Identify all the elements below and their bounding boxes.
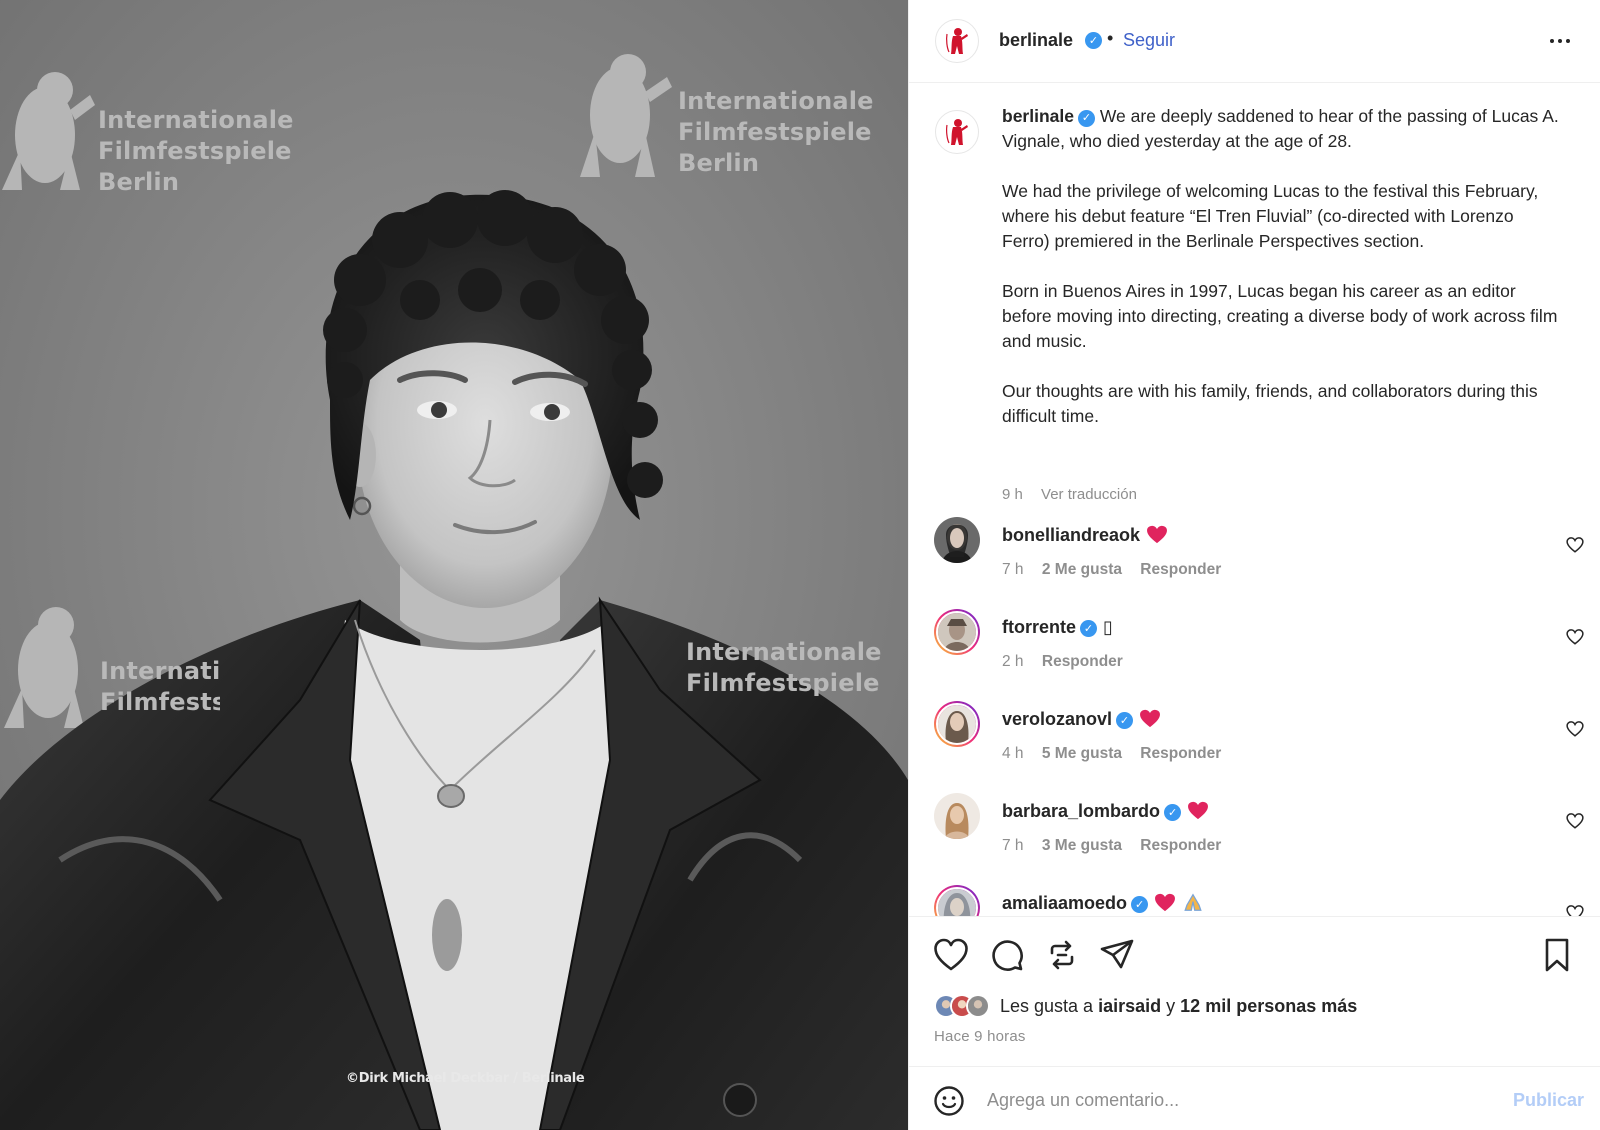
avatar[interactable]	[934, 885, 980, 916]
backdrop-text-top-right: Internationale Filmfestspiele Berlin	[678, 87, 874, 177]
comment-time: 7 h	[1002, 561, 1024, 578]
comment-item: bonelliandreaok 7 h 2 Me gusta Responder	[909, 517, 1600, 599]
avatar[interactable]	[934, 517, 980, 563]
comment-meta: 2 h Responder	[1002, 653, 1137, 671]
comment-meta: 4 h 5 Me gusta Responder	[1002, 745, 1235, 763]
backdrop-text-top-left: Internationale Filmfestspiele Berlin	[98, 106, 294, 196]
caption-time: 9 h	[1002, 486, 1023, 503]
repost-icon[interactable]	[1044, 937, 1080, 973]
verified-badge-icon: ✓	[1116, 712, 1134, 729]
comment-username[interactable]: bonelliandreaok	[1002, 525, 1168, 546]
comment-likes[interactable]: 3 Me gusta	[1042, 837, 1122, 854]
like-comment-heart-icon[interactable]	[1566, 720, 1584, 738]
berlinale-bear-logo-icon	[946, 28, 968, 54]
caption-username[interactable]: berlinale	[1002, 106, 1074, 126]
verified-badge-icon: ✓	[1077, 110, 1095, 127]
account-avatar[interactable]	[935, 19, 979, 63]
comment-time: 7 h	[1002, 837, 1024, 854]
likes-summary[interactable]: Les gusta a iairsaid y 12 mil personas m…	[934, 994, 1357, 1018]
red-heart-emoji-icon	[1188, 801, 1208, 820]
comment-item: amaliaamoedo ✓	[909, 885, 1600, 916]
avatar[interactable]	[934, 609, 980, 655]
photo-credit: ©Dirk Michael Deckbar / Berlinale	[346, 1071, 585, 1086]
post-actions: Les gusta a iairsaid y 12 mil personas m…	[909, 916, 1600, 1066]
like-comment-heart-icon[interactable]	[1566, 628, 1584, 646]
avatar[interactable]	[934, 701, 980, 747]
header-username[interactable]: berlinale	[999, 30, 1073, 51]
comment-item: ftorrente ✓ ▯ 2 h Responder	[909, 609, 1600, 691]
reply-button[interactable]: Responder	[1140, 561, 1221, 578]
post-sidebar: berlinale ✓ • Seguir berlinale ✓ We are d…	[908, 0, 1600, 1130]
likes-count[interactable]: 12 mil personas más	[1180, 996, 1357, 1016]
comment-input[interactable]	[987, 1081, 1477, 1119]
comment-username[interactable]: verolozanovl ✓	[1002, 709, 1161, 730]
comment-likes[interactable]: 2 Me gusta	[1042, 561, 1122, 578]
heart-icon[interactable]	[933, 937, 969, 973]
comment-text: ▯	[1103, 617, 1113, 637]
comment-username[interactable]: amaliaamoedo ✓	[1002, 893, 1204, 914]
comment-icon[interactable]	[989, 937, 1025, 973]
post-timestamp: Hace 9 horas	[934, 1028, 1026, 1045]
comment-meta: 7 h 2 Me gusta Responder	[1002, 561, 1235, 579]
comment-meta: 7 h 3 Me gusta Responder	[1002, 837, 1235, 855]
verified-badge-icon: ✓	[1164, 804, 1182, 821]
backdrop-text-bottom-left: InternationaleFilmfestspiele	[100, 657, 220, 716]
verified-badge-icon: ✓	[1085, 32, 1102, 49]
add-comment-bar: Publicar	[909, 1066, 1600, 1130]
caption-paragraph-4: Our thoughts are with his family, friend…	[1002, 381, 1538, 426]
caption-meta: 9 h Ver traducción	[1002, 486, 1151, 503]
verified-badge-icon: ✓	[1080, 620, 1098, 637]
folded-hands-emoji-icon	[1184, 893, 1202, 911]
comment-username[interactable]: ftorrente ✓ ▯	[1002, 617, 1113, 638]
comment-item: verolozanovl ✓ 4 h 5 Me gusta Responder	[909, 701, 1600, 783]
caption-avatar[interactable]	[935, 110, 979, 154]
backdrop-text-bottom-right: Internationale Filmfestspiele	[686, 638, 882, 697]
comment-time: 2 h	[1002, 653, 1024, 670]
verified-badge-icon: ✓	[1131, 896, 1149, 913]
avatar	[966, 994, 990, 1018]
post-header: berlinale ✓ • Seguir	[909, 0, 1600, 83]
red-heart-emoji-icon	[1155, 893, 1176, 912]
reply-button[interactable]: Responder	[1140, 837, 1221, 854]
like-comment-heart-icon[interactable]	[1566, 904, 1584, 916]
reply-button[interactable]: Responder	[1042, 653, 1123, 670]
caption-text: berlinale ✓ We are deeply saddened to hea…	[1002, 104, 1562, 429]
emoji-picker-icon[interactable]	[933, 1085, 965, 1117]
red-heart-emoji-icon	[1140, 709, 1160, 728]
caption-paragraph-2: We had the privilege of welcoming Lucas …	[1002, 181, 1539, 251]
more-options-icon[interactable]	[1545, 32, 1575, 50]
comments-scroll-area[interactable]: berlinale ✓ We are deeply saddened to hea…	[909, 84, 1600, 916]
comment-likes[interactable]: 5 Me gusta	[1042, 745, 1122, 762]
likes-text: Les gusta a iairsaid y 12 mil personas m…	[1000, 995, 1358, 1016]
follow-button[interactable]: Seguir	[1123, 30, 1175, 51]
comment-item: barbara_lombardo ✓ 7 h 3 Me gusta Respond…	[909, 793, 1600, 875]
comment-username[interactable]: barbara_lombardo ✓	[1002, 801, 1209, 822]
post-photo[interactable]: Internationale Filmfestspiele Berlin Inter…	[0, 0, 908, 1130]
reply-button[interactable]: Responder	[1140, 745, 1221, 762]
like-comment-heart-icon[interactable]	[1566, 812, 1584, 830]
like-comment-heart-icon[interactable]	[1566, 536, 1584, 554]
comment-time: 4 h	[1002, 745, 1024, 762]
red-heart-emoji-icon	[1147, 525, 1167, 544]
bookmark-icon[interactable]	[1539, 937, 1575, 973]
avatar[interactable]	[934, 793, 980, 839]
berlinale-bear-logo-icon	[946, 119, 968, 145]
publish-button[interactable]: Publicar	[1513, 1090, 1584, 1111]
share-icon[interactable]	[1099, 937, 1135, 973]
see-translation-link[interactable]: Ver traducción	[1041, 486, 1137, 503]
caption-paragraph-3: Born in Buenos Aires in 1997, Lucas bega…	[1002, 281, 1558, 351]
header-separator: •	[1107, 28, 1114, 48]
likes-user[interactable]: iairsaid	[1098, 996, 1161, 1016]
